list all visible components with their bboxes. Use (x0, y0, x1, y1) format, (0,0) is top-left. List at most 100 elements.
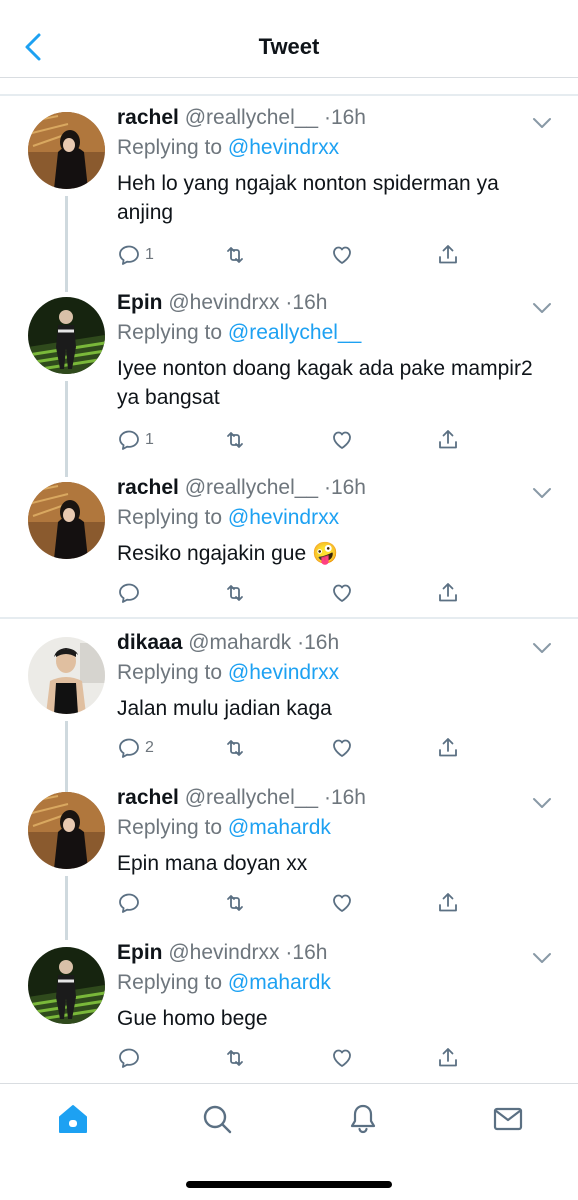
timestamp: 16h (292, 291, 328, 314)
thread-divider (0, 617, 578, 619)
reply-count: 2 (145, 739, 154, 756)
thread-line (65, 196, 68, 292)
chevron-down-icon[interactable] (531, 951, 553, 965)
page-title: Tweet (258, 34, 320, 59)
share-icon (439, 738, 457, 757)
avatar-rachel[interactable] (28, 112, 105, 189)
search-icon[interactable] (200, 1102, 234, 1136)
reply-button[interactable] (117, 580, 145, 606)
reply-count: 1 (145, 431, 154, 448)
heart-icon (333, 1049, 351, 1067)
chevron-down-icon[interactable] (531, 641, 553, 655)
tweet-text: Jalan mulu jadian kaga (117, 697, 332, 720)
avatar-epin[interactable] (28, 297, 105, 374)
mention-link[interactable]: @mahardk (228, 816, 331, 839)
reply-button[interactable] (117, 890, 145, 916)
timestamp: 16h (330, 786, 366, 809)
messages-icon[interactable] (491, 1102, 525, 1136)
share-button[interactable] (436, 427, 460, 453)
notifications-icon[interactable] (346, 1102, 380, 1136)
reply-button[interactable]: 1 (117, 242, 154, 268)
retweet-button[interactable] (223, 427, 247, 453)
reply-button[interactable]: 1 (117, 427, 154, 453)
share-button[interactable] (436, 890, 460, 916)
tweet-meta: rachel @reallychel__ ·16h (117, 786, 366, 810)
chevron-down-icon[interactable] (531, 796, 553, 810)
tweet-meta: Epin @hevindrxx ·16h (117, 291, 327, 315)
reply-button[interactable] (117, 1045, 145, 1071)
display-name[interactable]: Epin (117, 291, 163, 314)
display-name[interactable]: dikaaa (117, 631, 182, 654)
user-handle[interactable]: @hevindrxx (168, 291, 279, 314)
replying-to: Replying to @hevindrxx (117, 506, 339, 530)
display-name[interactable]: rachel (117, 106, 179, 129)
mention-link[interactable]: @mahardk (228, 971, 331, 994)
display-name[interactable]: Epin (117, 941, 163, 964)
retweet-button[interactable] (223, 580, 247, 606)
chevron-down-icon[interactable] (531, 486, 553, 500)
user-handle[interactable]: @mahardk (188, 631, 291, 654)
display-name[interactable]: rachel (117, 476, 179, 499)
reply-icon (119, 430, 139, 450)
timestamp: 16h (330, 476, 366, 499)
reply-button[interactable]: 2 (117, 735, 154, 761)
thread-line (65, 876, 68, 940)
home-indicator[interactable] (186, 1181, 392, 1188)
retweet-button[interactable] (223, 735, 247, 761)
retweet-icon (227, 740, 243, 756)
tweet-actions (117, 1045, 467, 1071)
like-button[interactable] (330, 735, 354, 761)
tweet-actions: 2 (117, 735, 467, 761)
share-icon (439, 430, 457, 449)
tweet-actions (117, 580, 467, 606)
separator-dot: · (323, 476, 331, 499)
display-name[interactable]: rachel (117, 786, 179, 809)
mention-link[interactable]: @reallychel__ (228, 321, 361, 344)
like-button[interactable] (330, 580, 354, 606)
tweet-meta: Epin @hevindrxx ·16h (117, 941, 327, 965)
replying-to: Replying to @mahardk (117, 971, 331, 995)
reply-icon (119, 738, 139, 758)
heart-icon (333, 246, 351, 264)
like-button[interactable] (330, 242, 354, 268)
avatar-epin[interactable] (28, 947, 105, 1024)
replying-label: Replying to (117, 506, 223, 529)
retweet-button[interactable] (223, 242, 247, 268)
replying-label: Replying to (117, 971, 223, 994)
chevron-down-icon[interactable] (531, 301, 553, 315)
chevron-down-icon[interactable] (531, 116, 553, 130)
like-button[interactable] (330, 890, 354, 916)
share-icon (439, 1048, 457, 1067)
heart-icon (333, 894, 351, 912)
top-nav-bar: Tweet (0, 0, 578, 78)
share-icon (439, 893, 457, 912)
retweet-icon (227, 1050, 243, 1066)
share-button[interactable] (436, 1045, 460, 1071)
user-handle[interactable]: @reallychel__ (185, 476, 318, 499)
retweet-button[interactable] (223, 1045, 247, 1071)
mention-link[interactable]: @hevindrxx (228, 136, 339, 159)
avatar-rachel[interactable] (28, 792, 105, 869)
section-divider (0, 94, 578, 96)
retweet-icon (227, 247, 243, 263)
user-handle[interactable]: @reallychel__ (185, 786, 318, 809)
tweet-meta: dikaaa @mahardk ·16h (117, 631, 339, 655)
mention-link[interactable]: @hevindrxx (228, 661, 339, 684)
home-icon[interactable] (56, 1102, 90, 1136)
avatar-dikaaa[interactable] (28, 637, 105, 714)
tweet-text: Resiko ngajakin gue 🤪 (117, 542, 339, 565)
like-button[interactable] (330, 427, 354, 453)
avatar-rachel[interactable] (28, 482, 105, 559)
timestamp: 16h (292, 941, 328, 964)
heart-icon (333, 584, 351, 602)
tweet-meta: rachel @reallychel__ ·16h (117, 476, 366, 500)
mention-link[interactable]: @hevindrxx (228, 506, 339, 529)
like-button[interactable] (330, 1045, 354, 1071)
user-handle[interactable]: @reallychel__ (185, 106, 318, 129)
share-button[interactable] (436, 242, 460, 268)
share-button[interactable] (436, 580, 460, 606)
user-handle[interactable]: @hevindrxx (168, 941, 279, 964)
tweet-meta: rachel @reallychel__ ·16h (117, 106, 366, 130)
retweet-button[interactable] (223, 890, 247, 916)
share-button[interactable] (436, 735, 460, 761)
